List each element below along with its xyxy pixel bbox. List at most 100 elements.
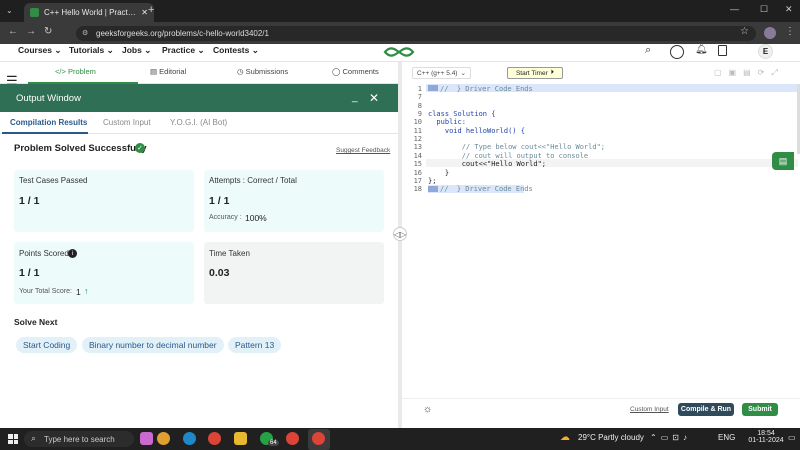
clock[interactable]: 18:54 01-11-2024 — [748, 430, 784, 444]
weather-text[interactable]: 29°C Partly cloudy — [578, 433, 644, 442]
code-line[interactable]: } — [428, 169, 449, 177]
chrome-icon[interactable] — [208, 432, 221, 445]
theme-lightbulb-icon[interactable]: ☼ — [423, 404, 432, 415]
line-number: 1 — [417, 85, 422, 93]
site-info-icon[interactable]: ⚙ — [82, 29, 88, 37]
chrome-icon-active[interactable] — [312, 432, 325, 445]
line-number: 14 — [413, 151, 422, 160]
line-number: 10 — [413, 118, 422, 127]
nav-courses[interactable]: Courses ⌄ — [18, 45, 62, 56]
accuracy-label: Accuracy : — [209, 214, 242, 221]
line-number: 11 — [413, 126, 422, 135]
whatsapp-badge: 64 — [268, 440, 279, 446]
nav-tutorials[interactable]: Tutorials ⌄ — [69, 45, 114, 56]
points-value: 1 / 1 — [19, 267, 40, 279]
nav-practice[interactable]: Practice ⌄ — [162, 45, 205, 56]
solve-next-pattern-13[interactable]: Pattern 13 — [228, 337, 282, 353]
total-score-value: 1 — [76, 287, 81, 297]
tab-yogi-ai-bot[interactable]: Y.O.G.I. (AI Bot) — [170, 118, 227, 127]
output-close-icon[interactable]: ✕ — [369, 91, 379, 105]
language-indicator[interactable]: ENG — [718, 433, 735, 442]
tab-editorial[interactable]: ▤ Editorial — [150, 67, 186, 76]
user-avatar[interactable]: E — [758, 44, 773, 59]
timer-play-icon: ⏵ — [550, 69, 555, 76]
fold-marker-icon[interactable] — [428, 85, 438, 91]
maximize-icon[interactable]: ☐ — [760, 4, 768, 15]
reload-icon[interactable]: ↻ — [44, 26, 52, 37]
notification-bell-icon[interactable]: 🔔︎ — [695, 44, 708, 55]
editor-action-bar — [402, 398, 800, 428]
theme-toggle-icon[interactable] — [670, 45, 684, 59]
code-line[interactable]: // cout will output to console — [428, 152, 588, 160]
weather-icon: ☁ — [560, 432, 570, 443]
chrome-menu-icon[interactable]: ⋮ — [785, 26, 795, 37]
compile-run-button[interactable]: Compile & Run — [678, 403, 734, 416]
taskbar-search-box[interactable]: Type here to search — [24, 431, 134, 447]
score-up-arrow-icon: ↑ — [84, 286, 89, 296]
bookmark-star-icon[interactable]: ☆ — [740, 26, 749, 37]
tab-custom-input[interactable]: Custom Input — [103, 118, 151, 127]
edge-icon[interactable] — [183, 432, 196, 445]
tab-search-icon[interactable]: ⌄ — [6, 6, 13, 15]
code-line[interactable]: // } Driver Code Ends — [440, 185, 533, 193]
saved-icon[interactable] — [718, 45, 727, 56]
status-text: Problem Solved Successfully — [14, 143, 147, 154]
gfg-logo-icon[interactable] — [383, 45, 415, 59]
profile-avatar-icon[interactable] — [764, 27, 776, 39]
tab-comments[interactable]: ◯ Comments — [332, 67, 379, 76]
custom-input-link[interactable]: Custom Input — [630, 406, 669, 413]
search-icon[interactable]: ⌕ — [645, 44, 651, 57]
suggest-feedback-link[interactable]: Suggest Feedback — [336, 147, 390, 154]
line-number: 8 — [417, 101, 422, 110]
code-line[interactable]: public: — [428, 118, 466, 126]
chevron-down-icon: ⌄ — [460, 70, 466, 77]
forward-icon[interactable]: → — [26, 26, 36, 37]
line-number: 13 — [413, 143, 422, 152]
attempts-label: Attempts : Correct / Total — [209, 176, 297, 185]
new-tab-icon[interactable]: + — [148, 4, 154, 16]
back-icon[interactable]: ← — [8, 26, 18, 37]
time-value: 0.03 — [209, 267, 230, 279]
tab-compilation-results[interactable]: Compilation Results — [10, 118, 87, 127]
url-field[interactable]: geeksforgeeks.org/problems/c-hello-world… — [76, 26, 756, 41]
code-line[interactable]: // } Driver Code Ends — [440, 85, 533, 93]
code-line[interactable]: class Solution { — [428, 110, 495, 118]
code-line[interactable]: void helloWorld() { — [428, 127, 525, 135]
editor-tool-icons[interactable]: ▢▣▤⟳⤢ — [714, 68, 785, 78]
window-close-icon[interactable]: ✕ — [785, 4, 793, 15]
taskbar-app-icon-2[interactable] — [157, 432, 170, 445]
code-line[interactable]: // Type below cout<<"Hello World"; — [428, 143, 605, 151]
start-timer-button[interactable]: Start Timer ⏵ — [507, 67, 563, 79]
solve-next-title: Solve Next — [14, 317, 58, 327]
taskbar-app-icon-1[interactable] — [140, 432, 153, 445]
tab-problem[interactable]: </> Problem — [55, 67, 96, 76]
url-text: geeksforgeeks.org/problems/c-hello-world… — [96, 29, 269, 38]
splitter-handle-icon[interactable]: ◁▷ — [393, 227, 407, 241]
tab-submissions[interactable]: ◷ Submissions — [237, 67, 288, 76]
output-minimize-icon[interactable]: _ — [352, 92, 358, 103]
taskbar-search-text: Type here to search — [44, 434, 115, 444]
code-line[interactable]: }; — [428, 177, 436, 185]
line-number: 17 — [413, 176, 422, 185]
browser-tab[interactable]: C++ Hello World | Practice | Ge ✕ — [24, 3, 154, 22]
system-tray-icons[interactable]: ⌃▭⊡♪ — [650, 433, 691, 442]
notification-center-icon[interactable]: ▭ — [788, 433, 796, 442]
solve-next-start-coding[interactable]: Start Coding — [16, 337, 78, 353]
tab-close-icon[interactable]: ✕ — [141, 8, 148, 17]
submit-button[interactable]: Submit — [742, 403, 778, 416]
language-select[interactable]: C++ (g++ 5.4) ⌄ — [412, 67, 471, 79]
success-check-icon: ✓ — [135, 143, 145, 153]
code-line[interactable]: cout<<"Hello World"; — [428, 160, 546, 168]
windows-start-icon[interactable] — [8, 434, 18, 444]
info-icon[interactable]: i — [68, 249, 77, 258]
feedback-chat-icon[interactable]: ▤ — [772, 152, 794, 170]
minimize-icon[interactable]: — — [730, 4, 739, 14]
total-score-label: Your Total Score: — [19, 288, 72, 295]
chrome-icon-2[interactable] — [286, 432, 299, 445]
nav-contests[interactable]: Contests ⌄ — [213, 45, 259, 56]
solve-next-binary-to-decimal[interactable]: Binary number to decimal number — [82, 337, 224, 353]
fold-marker-bottom-icon[interactable] — [428, 186, 438, 192]
nav-jobs[interactable]: Jobs ⌄ — [122, 45, 151, 56]
clock-time: 18:54 — [757, 430, 775, 437]
file-explorer-icon[interactable] — [234, 432, 247, 445]
